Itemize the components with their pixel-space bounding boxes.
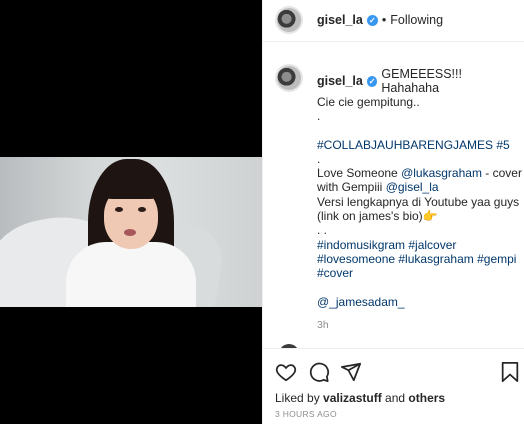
hashtag-link[interactable]: #indomusikgram #jalcover [317, 238, 517, 252]
heart-icon[interactable] [275, 361, 297, 383]
comment-icon[interactable] [308, 361, 330, 383]
liked-by-prefix: Liked by [275, 391, 324, 405]
author-username[interactable]: gisel_la [317, 13, 363, 27]
liked-by-suffix: and [381, 391, 409, 405]
caption-time: 3h [317, 319, 329, 331]
video-girl-mouth [124, 229, 136, 236]
video-girl-shirt [66, 242, 196, 307]
liked-by-others-link[interactable]: others [408, 391, 445, 405]
caption-username[interactable]: gisel_la [317, 74, 363, 88]
video-girl-eye-left [115, 207, 123, 212]
author-avatar[interactable] [275, 6, 303, 34]
video-girl-bangs [100, 167, 162, 199]
caption-text: with Gempiii [317, 180, 386, 195]
separator-dot: • [381, 13, 387, 27]
video-frame[interactable] [0, 157, 262, 307]
action-bar: Liked by valizastuff and others 3 HOURS … [263, 348, 524, 424]
post-side-panel: gisel_la ✓ • Following gisel_la ✓ GEMEEE… [262, 0, 524, 424]
caption-line: Cie cie gempitung.. [317, 95, 420, 109]
caption-line: . . [317, 223, 328, 238]
post-header: gisel_la ✓ • Following [263, 0, 524, 42]
verified-badge-icon: ✓ [366, 75, 378, 87]
caption-line: Love Someone @lukasgraham - cover [317, 166, 522, 181]
author-info: gisel_la ✓ • Following [317, 13, 443, 27]
liked-by-text: Liked by valizastuff and others [275, 391, 445, 405]
caption-avatar[interactable] [275, 64, 303, 92]
caption-area: gisel_la ✓ GEMEEESS!!! Hahahaha Cie cie … [263, 42, 524, 348]
video-girl-eye-right [138, 207, 146, 212]
caption-header: gisel_la ✓ GEMEEESS!!! Hahahaha [317, 67, 517, 95]
mention-link[interactable]: @lukasgraham [401, 166, 482, 180]
liked-by-user-link[interactable]: valizastuff [323, 391, 382, 405]
caption-line: . [317, 151, 321, 166]
post-media[interactable] [0, 0, 262, 424]
caption-headline: GEMEEESS!!! Hahahaha [381, 67, 462, 95]
caption-text: Love Someone [317, 166, 402, 181]
caption-line [317, 281, 517, 295]
caption-text: - cover [481, 166, 522, 181]
caption-line [317, 124, 517, 138]
caption-line: . [317, 109, 321, 124]
posted-time[interactable]: 3 HOURS AGO [275, 409, 337, 419]
caption-line: with Gempiii @gisel_la [317, 180, 517, 194]
hashtag-link[interactable]: @_jamesadam_ [317, 295, 517, 309]
hashtag-link[interactable]: #cover [317, 266, 517, 280]
hashtag-link[interactable]: #COLLABJAUHBARENGJAMES #5 [317, 138, 517, 152]
caption-body: Cie cie gempitung... #COLLABJAUHBARENGJAM… [317, 95, 522, 309]
caption-line: Versi lengkapnya di Youtube yaa guys [317, 194, 520, 209]
bookmark-icon[interactable] [499, 361, 521, 383]
following-button[interactable]: Following [390, 13, 443, 27]
mention-link[interactable]: @gisel_la [386, 180, 439, 194]
verified-badge-icon: ✓ [366, 14, 378, 26]
hashtag-link[interactable]: #lovesomeone #lukasgraham #gempi [317, 252, 517, 266]
share-icon[interactable] [340, 361, 362, 383]
caption-line: (link on james's bio)👉 [317, 209, 438, 224]
